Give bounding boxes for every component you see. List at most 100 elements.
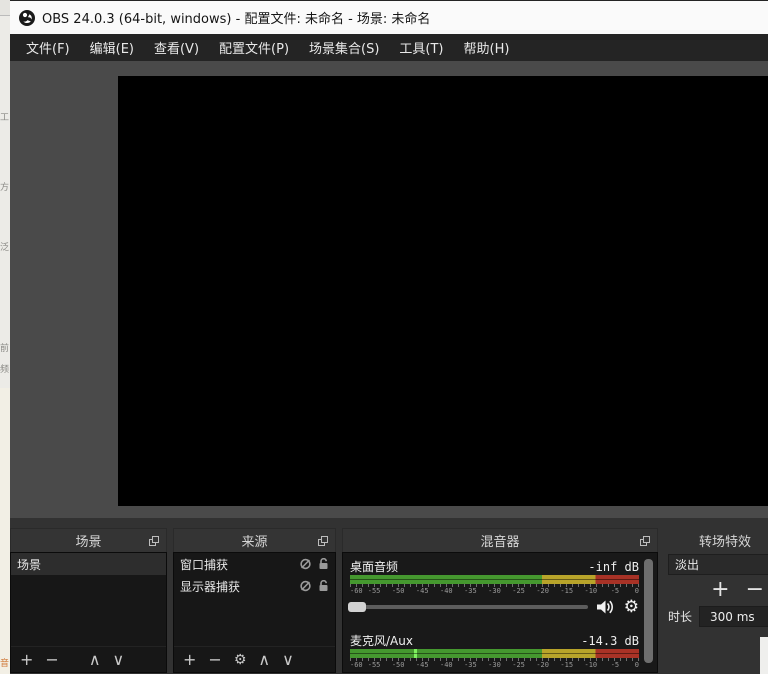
visibility-hidden-icon[interactable]	[298, 558, 313, 570]
sources-dock-title: 来源	[241, 531, 267, 550]
lock-open-icon[interactable]	[318, 558, 329, 570]
meter-scale-label: -30	[488, 587, 501, 595]
menu-profile[interactable]: 配置文件(P)	[210, 34, 298, 61]
scenes-dock-header[interactable]: 场景	[10, 528, 167, 552]
background-window-sliver-right	[760, 637, 768, 674]
mixer-dock-title: 混音器	[480, 531, 519, 550]
duration-value: 300 ms	[710, 610, 755, 624]
slider-groove	[350, 605, 588, 609]
sources-toolbar: + − ⚙ ∧ ∨	[174, 646, 335, 672]
sources-dock-header[interactable]: 来源	[173, 528, 336, 552]
channel-settings-gear-icon[interactable]: ⚙	[624, 673, 639, 674]
source-row-icons	[298, 580, 329, 592]
menu-scene-collection[interactable]: 场景集合(S)	[300, 34, 388, 61]
mixer-channel-desktop-audio: 桌面音频 -inf dB -60-55-50-45-40-35-30-25-20…	[350, 558, 639, 615]
mixer-dock-header[interactable]: 混音器	[342, 528, 658, 552]
background-window-fragment	[0, 0, 10, 16]
detach-icon[interactable]	[318, 536, 328, 546]
visibility-hidden-icon[interactable]	[298, 580, 313, 592]
duration-input[interactable]: 300 ms	[699, 606, 768, 627]
meter-scale-label: -40	[440, 587, 453, 595]
menu-bar: 文件(F) 编辑(E) 查看(V) 配置文件(P) 场景集合(S) 工具(T) …	[10, 34, 768, 61]
add-transition-button[interactable]: +	[711, 579, 729, 601]
remove-transition-button[interactable]: −	[746, 579, 764, 601]
meter-scale-label: -50	[392, 661, 405, 669]
add-scene-button[interactable]: +	[20, 652, 33, 668]
meter-scale-label: -5	[611, 661, 619, 669]
title-bar[interactable]: OBS 24.0.3 (64-bit, windows) - 配置文件: 未命名…	[10, 1, 768, 34]
background-text-fragment: 泛	[0, 240, 10, 253]
remove-scene-button[interactable]: −	[45, 652, 58, 668]
meter-scale-label: -5	[611, 587, 619, 595]
speaker-unmuted-icon[interactable]	[596, 599, 616, 615]
mixer-scrollbar[interactable]	[644, 559, 653, 663]
source-properties-button[interactable]: ⚙	[234, 653, 247, 667]
background-text-fragment: 音	[0, 656, 10, 669]
transitions-dock: 转场特效 淡出 + − 时长 300 ms	[664, 528, 768, 673]
background-text-fragment: 前	[0, 341, 10, 354]
scenes-list: 场景	[11, 553, 166, 646]
meter-scale-label: -20	[536, 587, 549, 595]
obs-window: OBS 24.0.3 (64-bit, windows) - 配置文件: 未命名…	[10, 0, 768, 674]
meter-scale-label: -45	[416, 587, 429, 595]
source-name: 显示器捕获	[180, 578, 240, 595]
scene-down-button[interactable]: ∨	[113, 652, 125, 668]
meter-scale-label: -55	[368, 587, 381, 595]
menu-view[interactable]: 查看(V)	[145, 34, 208, 61]
source-list-item[interactable]: 窗口捕获	[174, 553, 335, 575]
remove-source-button[interactable]: −	[208, 652, 221, 668]
mixer-dock: 混音器 桌面音频 -inf dB -6	[342, 528, 658, 673]
scene-list-item[interactable]: 场景	[11, 553, 166, 575]
volume-meter	[350, 575, 639, 584]
meter-scale-label: -45	[416, 661, 429, 669]
source-row-icons	[298, 558, 329, 570]
source-down-button[interactable]: ∨	[282, 652, 294, 668]
meter-scale-labels: -60-55-50-45-40-35-30-25-20-15-10-50	[350, 587, 639, 596]
background-text-fragment: 频	[0, 362, 10, 375]
volume-slider-row: ⚙	[350, 599, 639, 615]
background-window-fragment	[0, 388, 10, 674]
channel-name: 麦克风/Aux	[350, 632, 413, 649]
volume-meter	[350, 649, 639, 658]
source-list-item[interactable]: 显示器捕获	[174, 575, 335, 597]
background-text-fragment: 工	[0, 110, 10, 123]
channel-level: -14.3 dB	[581, 634, 639, 648]
menu-tools[interactable]: 工具(T)	[390, 34, 452, 61]
transitions-dock-body: 淡出 + − 时长 300 ms	[664, 552, 768, 673]
volume-slider[interactable]	[350, 601, 588, 613]
meter-scale-label: 0	[635, 587, 639, 595]
window-title: OBS 24.0.3 (64-bit, windows) - 配置文件: 未命名…	[42, 8, 430, 27]
meter-scale-label: -10	[585, 661, 598, 669]
scenes-dock-body: 场景 + − ∧ ∨	[10, 552, 167, 673]
detach-icon[interactable]	[149, 536, 159, 546]
transition-selected-value: 淡出	[675, 556, 699, 573]
obs-logo-icon	[19, 10, 35, 26]
channel-level: -inf dB	[588, 560, 639, 574]
detach-icon[interactable]	[640, 536, 650, 546]
meter-scale-label: -50	[392, 587, 405, 595]
add-source-button[interactable]: +	[183, 652, 196, 668]
menu-edit[interactable]: 编辑(E)	[81, 34, 143, 61]
meter-scale-label: -35	[464, 587, 477, 595]
transition-select[interactable]: 淡出	[668, 554, 768, 575]
scene-up-button[interactable]: ∧	[89, 652, 101, 668]
sources-dock: 来源 窗口捕获	[173, 528, 336, 673]
transitions-dock-header[interactable]: 转场特效	[664, 528, 768, 552]
channel-name: 桌面音频	[350, 558, 398, 575]
channel-header: 桌面音频 -inf dB	[350, 558, 639, 575]
channel-settings-gear-icon[interactable]: ⚙	[624, 599, 639, 616]
preview-canvas[interactable]	[118, 76, 768, 506]
meter-scale-label: -25	[512, 587, 525, 595]
menu-help[interactable]: 帮助(H)	[455, 34, 519, 61]
mixer-dock-body: 桌面音频 -inf dB -60-55-50-45-40-35-30-25-20…	[342, 552, 658, 673]
meter-scale-label: -35	[464, 661, 477, 669]
source-up-button[interactable]: ∧	[258, 652, 270, 668]
meter-scale-labels: -60-55-50-45-40-35-30-25-20-15-10-50	[350, 661, 639, 670]
meter-scale-label: -40	[440, 661, 453, 669]
menu-file[interactable]: 文件(F)	[17, 34, 79, 61]
lock-open-icon[interactable]	[318, 580, 329, 592]
slider-handle[interactable]	[348, 602, 366, 612]
meter-scale-label: -60	[350, 661, 363, 669]
mixer-channel-mic-aux: 麦克风/Aux -14.3 dB -60-55-50-45-40-35-30-2…	[350, 632, 639, 673]
sources-dock-body: 窗口捕获	[173, 552, 336, 673]
